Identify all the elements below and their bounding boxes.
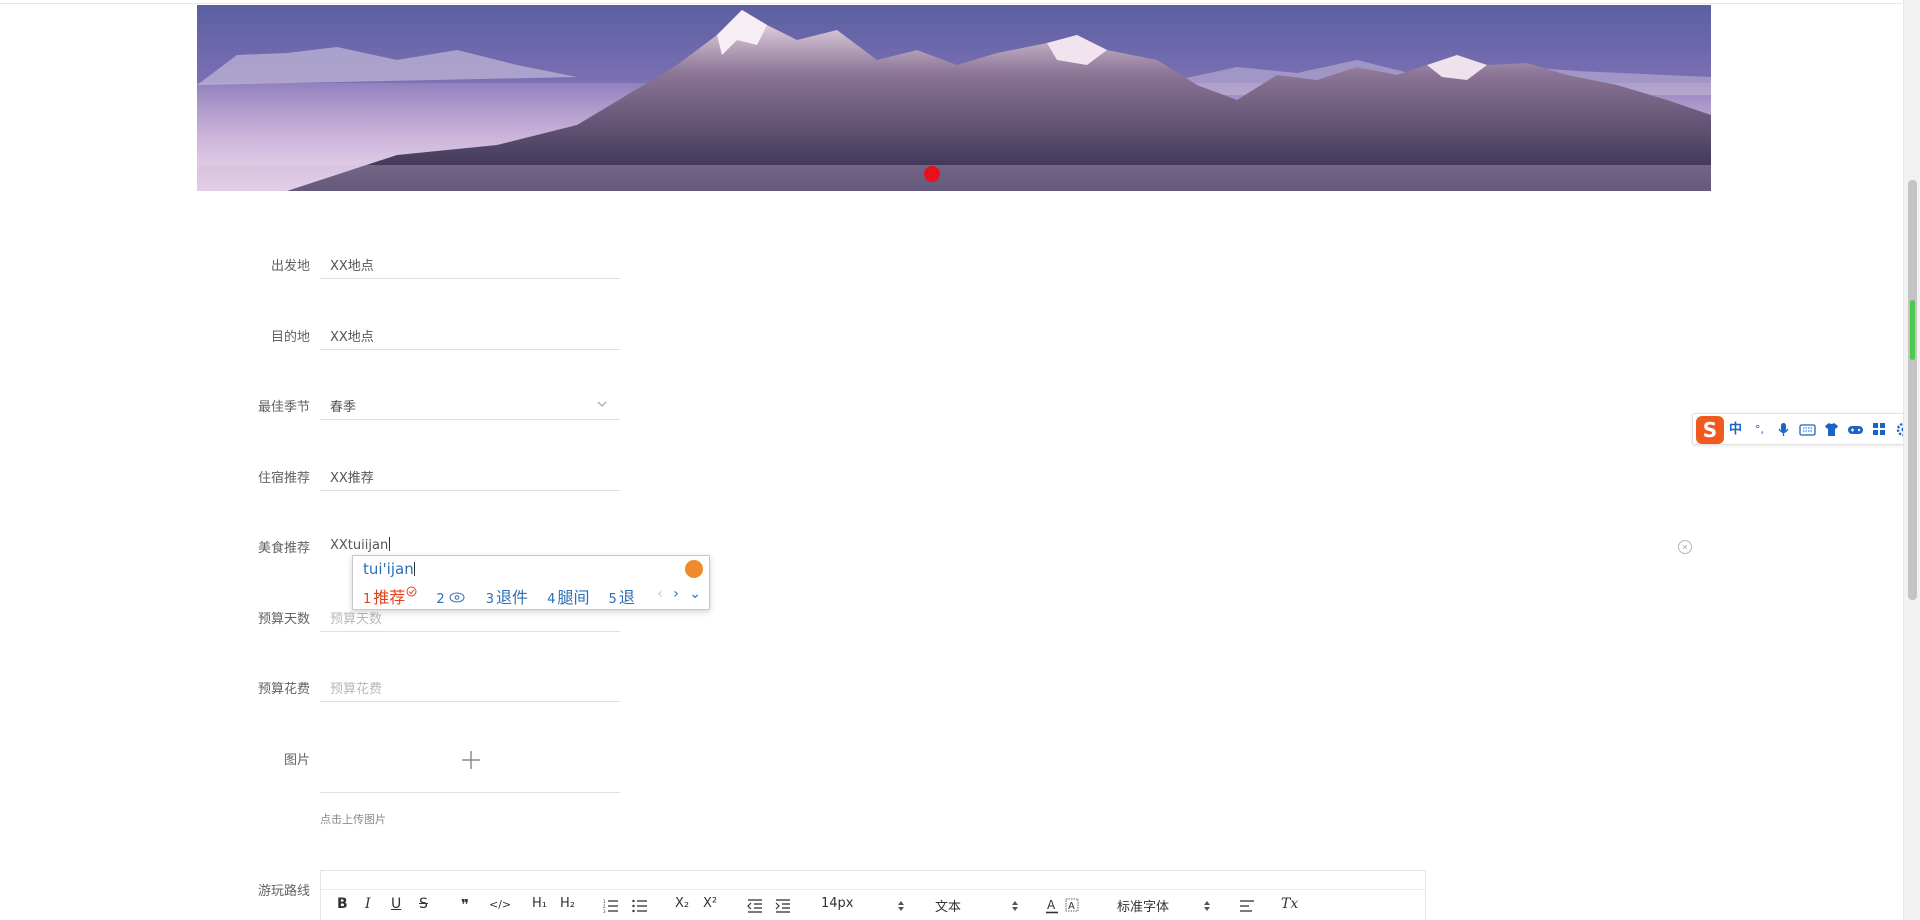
days-placeholder: 预算天数 bbox=[330, 612, 383, 627]
images-label: 图片 bbox=[283, 753, 310, 768]
banner-carousel bbox=[197, 5, 1711, 191]
svg-text:A: A bbox=[1047, 898, 1056, 912]
heading1-button[interactable]: H₁ bbox=[532, 896, 547, 916]
ime-emoji-icon bbox=[449, 592, 465, 603]
ime-candidate-popup: tui'ijan 1 推荐 2 3 退件 4 腿间 5退 ‹ › ⌄ bbox=[352, 555, 710, 610]
strikethrough-button[interactable]: S bbox=[419, 896, 428, 916]
ime-prev-page-icon[interactable]: ‹ bbox=[657, 586, 663, 602]
ime-candidate-1[interactable]: 1 推荐 bbox=[363, 584, 417, 608]
bold-button[interactable]: B bbox=[337, 896, 348, 916]
route-label: 游玩路线 bbox=[257, 884, 310, 899]
image-upload-area[interactable] bbox=[320, 735, 620, 793]
ime-candidate-number: 1 bbox=[363, 592, 372, 607]
text-cursor bbox=[389, 537, 391, 551]
destination-value: XX地点 bbox=[330, 330, 374, 345]
font-family-select-arrow-icon bbox=[1204, 901, 1210, 911]
cost-label: 预算花费 bbox=[257, 682, 310, 697]
editor-toolbar: B I U S ❞ </> H₁ H₂ 123 X₂ X² 14px 文本 A … bbox=[321, 889, 1425, 920]
underline-button[interactable]: U bbox=[391, 896, 401, 916]
ime-candidate-text: 退 bbox=[618, 588, 635, 607]
keyboard-icon[interactable] bbox=[1799, 421, 1816, 438]
ime-caret bbox=[413, 562, 415, 576]
heading2-button[interactable]: H₂ bbox=[560, 896, 575, 916]
bullet-list-icon[interactable] bbox=[632, 899, 648, 913]
scrollbar-thumb[interactable] bbox=[1908, 180, 1917, 600]
background-color-icon[interactable]: A bbox=[1065, 898, 1079, 914]
page-scrollbar[interactable] bbox=[1903, 0, 1920, 920]
destination-input[interactable]: XX地点 bbox=[320, 320, 620, 350]
game-icon[interactable] bbox=[1847, 421, 1864, 438]
days-label: 预算天数 bbox=[257, 612, 310, 627]
block-type-select-arrow-icon bbox=[1012, 901, 1018, 911]
code-button[interactable]: </> bbox=[489, 898, 511, 918]
plus-icon bbox=[462, 751, 480, 769]
font-size-select-arrow-icon bbox=[898, 901, 904, 911]
chevron-down-icon bbox=[597, 401, 607, 407]
cost-input[interactable]: 预算花费 bbox=[320, 672, 620, 702]
block-type-value: 文本 bbox=[935, 900, 962, 915]
season-select[interactable]: 春季 bbox=[320, 390, 620, 420]
subscript-button[interactable]: X₂ bbox=[675, 896, 689, 916]
ime-candidate-number: 3 bbox=[485, 592, 495, 607]
lodging-label: 住宿推荐 bbox=[257, 471, 310, 486]
italic-button[interactable]: I bbox=[365, 896, 371, 916]
clear-format-button[interactable]: Tx bbox=[1281, 896, 1298, 916]
lodging-input[interactable]: XX推荐 bbox=[320, 461, 620, 491]
indent-icon[interactable] bbox=[775, 899, 791, 913]
outdent-icon[interactable] bbox=[747, 899, 763, 913]
ordered-list-icon[interactable]: 123 bbox=[603, 899, 619, 913]
upload-hint: 点击上传图片 bbox=[320, 813, 386, 826]
carousel-indicator-dot[interactable] bbox=[924, 166, 940, 182]
ime-candidate-3[interactable]: 3 退件 bbox=[486, 584, 528, 608]
ime-candidate-number: 2 bbox=[436, 592, 445, 607]
svg-text:3: 3 bbox=[603, 909, 606, 913]
font-family-value: 标准字体 bbox=[1117, 900, 1170, 915]
superscript-button[interactable]: X² bbox=[703, 896, 717, 916]
ime-punctuation-toggle[interactable]: °, bbox=[1751, 421, 1768, 438]
microphone-icon[interactable] bbox=[1775, 421, 1792, 438]
ime-check-icon bbox=[406, 586, 417, 597]
align-left-icon[interactable] bbox=[1239, 899, 1255, 913]
ime-candidate-text: 腿间 bbox=[557, 588, 590, 607]
font-color-icon[interactable]: A bbox=[1045, 898, 1059, 914]
top-divider bbox=[0, 0, 1902, 4]
mountain-image bbox=[197, 10, 1711, 191]
departure-label: 出发地 bbox=[270, 259, 310, 274]
ime-expand-icon[interactable]: ⌄ bbox=[689, 586, 701, 602]
ime-candidate-list: 1 推荐 2 3 退件 4 腿间 5退 bbox=[363, 584, 649, 608]
ime-candidate-4[interactable]: 4 腿间 bbox=[547, 584, 589, 608]
scrollbar-indicator bbox=[1910, 300, 1915, 360]
font-size-value: 14px bbox=[821, 896, 854, 911]
departure-value: XX地点 bbox=[330, 259, 374, 274]
destination-label: 目的地 bbox=[270, 330, 310, 345]
ime-language-toggle[interactable]: 中 bbox=[1727, 421, 1744, 438]
svg-text:A: A bbox=[1068, 901, 1075, 912]
ime-toolbar: S 中 °, bbox=[1692, 413, 1920, 445]
sogou-logo-icon[interactable]: S bbox=[1696, 416, 1724, 444]
clear-icon[interactable]: × bbox=[1678, 540, 1692, 554]
ime-pinyin: tui'ijan bbox=[363, 560, 415, 578]
ime-page-nav: ‹ › ⌄ bbox=[651, 586, 701, 602]
ime-candidate-2[interactable]: 2 bbox=[436, 588, 466, 607]
food-label: 美食推荐 bbox=[257, 541, 310, 556]
ime-candidate-text: 退件 bbox=[496, 588, 529, 607]
departure-input[interactable]: XX地点 bbox=[320, 249, 620, 279]
quote-button[interactable]: ❞ bbox=[461, 896, 469, 916]
season-value: 春季 bbox=[330, 400, 357, 415]
skin-shirt-icon[interactable] bbox=[1823, 421, 1840, 438]
page: 出发地 XX地点 目的地 XX地点 最佳季节 春季 住宿推荐 XX推荐 美食推荐… bbox=[0, 0, 1920, 920]
ime-next-page-icon[interactable]: › bbox=[673, 586, 679, 602]
ime-candidate-number: 5 bbox=[608, 592, 617, 607]
cost-placeholder: 预算花费 bbox=[330, 682, 383, 697]
ime-candidate-text: 推荐 bbox=[373, 588, 406, 607]
season-label: 最佳季节 bbox=[257, 400, 310, 415]
ime-skin-icon[interactable] bbox=[685, 560, 703, 578]
route-editor: B I U S ❞ </> H₁ H₂ 123 X₂ X² 14px 文本 A … bbox=[320, 870, 1426, 920]
ime-candidate-number: 4 bbox=[547, 592, 556, 607]
ime-candidate-5[interactable]: 5退 bbox=[609, 584, 635, 608]
food-value: XXtuiijan bbox=[330, 538, 389, 553]
lodging-value: XX推荐 bbox=[330, 471, 374, 486]
ime-pinyin-text: tui'ijan bbox=[363, 560, 414, 578]
toolbox-grid-icon[interactable] bbox=[1871, 421, 1888, 438]
